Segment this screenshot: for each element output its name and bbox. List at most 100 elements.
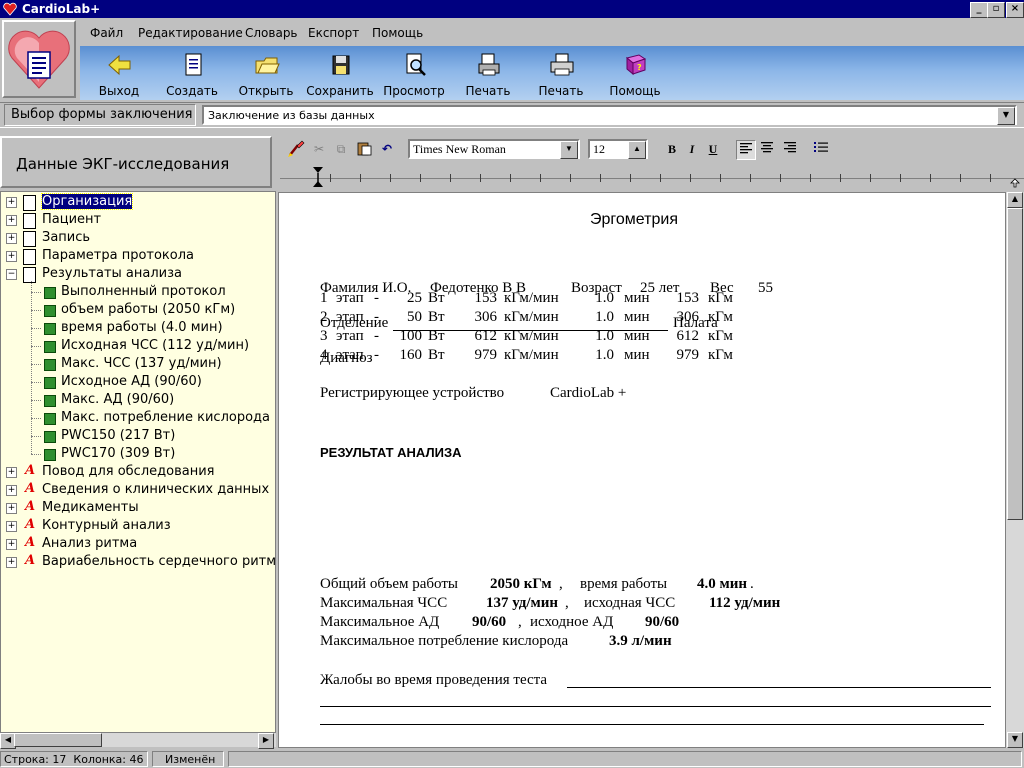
tree-child-item[interactable]: Макс. потребление кислорода (3: [1, 409, 275, 427]
expander-icon[interactable]: +: [6, 503, 17, 514]
col-value: 46: [129, 753, 144, 766]
maximize-button[interactable]: ▫: [987, 2, 1005, 18]
stage-kgm_unit: кГм/мин: [504, 309, 559, 325]
font-name-combo[interactable]: Times New Roman ▼: [408, 139, 580, 159]
expander-icon[interactable]: +: [6, 233, 17, 244]
open-button[interactable]: Открыть: [231, 48, 301, 98]
result-item-icon: [44, 449, 56, 461]
tree-item[interactable]: − Результаты анализа: [1, 265, 275, 283]
font-size-spinner-icon[interactable]: ▲: [628, 141, 646, 159]
help-button[interactable]: ? Помощь: [600, 48, 670, 98]
print-button[interactable]: Печать: [526, 48, 596, 98]
close-button[interactable]: ×: [1006, 2, 1024, 18]
tree-child-item[interactable]: PWC170 (309 Вт): [1, 445, 275, 463]
tree-hscroll-thumb[interactable]: [14, 733, 102, 747]
tree-child-item[interactable]: время работы (4.0 мин): [1, 319, 275, 337]
expander-icon[interactable]: +: [6, 557, 17, 568]
font-dropdown-arrow-icon[interactable]: ▼: [560, 141, 578, 159]
scroll-up-icon[interactable]: ▲: [1007, 192, 1023, 208]
stage-n: 1: [320, 290, 328, 306]
align-right-icon[interactable]: [781, 140, 799, 158]
indent-marker-icon[interactable]: [312, 166, 324, 188]
tree-child-item[interactable]: PWC150 (217 Вт): [1, 427, 275, 445]
italic-button[interactable]: I: [683, 140, 701, 158]
align-left-icon[interactable]: [736, 140, 756, 160]
expander-icon[interactable]: +: [6, 521, 17, 532]
tree-child-item[interactable]: объем работы (2050 кГм): [1, 301, 275, 319]
form-selector-value: Заключение из базы данных: [208, 109, 375, 122]
stage-total_unit: кГм: [708, 290, 733, 306]
tree-child-item[interactable]: Макс. АД (90/60): [1, 391, 275, 409]
font-size-combo[interactable]: 12 ▲: [588, 139, 648, 159]
expander-icon[interactable]: +: [6, 215, 17, 226]
tree-child-item[interactable]: Выполненный протокол: [1, 283, 275, 301]
ruler-tick: [870, 174, 871, 182]
stage-dash: -: [374, 347, 379, 363]
base-bp-label: исходное АД: [530, 614, 614, 630]
menu-export[interactable]: Експорт: [308, 26, 359, 40]
document-vscroll-thumb[interactable]: [1007, 208, 1023, 520]
dropdown-arrow-icon[interactable]: ▼: [997, 107, 1015, 125]
form-selector-combo[interactable]: Заключение из базы данных ▼: [202, 105, 1017, 125]
document-icon: [23, 195, 36, 211]
undo-icon[interactable]: ↶: [378, 140, 396, 158]
stage-total_unit: кГм: [708, 309, 733, 325]
scroll-down-icon[interactable]: ▼: [1007, 732, 1023, 748]
col-label: Колонка:: [73, 753, 126, 766]
bullet-list-icon[interactable]: [812, 140, 830, 158]
tree-item[interactable]: + A Медикаменты: [1, 499, 275, 517]
exit-button[interactable]: Выход: [84, 48, 154, 98]
document-editor[interactable]: Эргометрия Фамилия И.О. Федотенко В В Во…: [278, 192, 1006, 748]
underline-button[interactable]: U: [704, 140, 722, 158]
cut-icon[interactable]: ✂: [310, 140, 328, 158]
tree-item[interactable]: + A Повод для обследования: [1, 463, 275, 481]
scroll-right-icon[interactable]: ▶: [258, 733, 274, 749]
print-setup-button[interactable]: Печать: [453, 48, 523, 98]
tree-item[interactable]: + Запись: [1, 229, 275, 247]
ruler-tick: [720, 174, 721, 182]
copy-icon[interactable]: ⧉: [332, 140, 350, 158]
align-center-icon[interactable]: [758, 140, 776, 158]
format-brush-icon[interactable]: [287, 140, 305, 158]
tree-item[interactable]: + A Вариабельность сердечного ритме: [1, 553, 275, 571]
ecg-data-header: Данные ЭКГ-исследования: [0, 136, 272, 188]
menu-edit[interactable]: Редактирование: [138, 26, 243, 40]
expander-icon[interactable]: +: [6, 467, 17, 478]
tree-child-item[interactable]: Исходная ЧСС (112 уд/мин): [1, 337, 275, 355]
preview-button[interactable]: Просмотр: [379, 48, 449, 98]
save-button[interactable]: Сохранить: [305, 48, 375, 98]
document-vscrollbar[interactable]: ▲ ▼: [1006, 192, 1024, 748]
minimize-button[interactable]: _: [970, 2, 988, 18]
ruler[interactable]: [280, 164, 1024, 192]
menu-dictionary[interactable]: Словарь: [245, 26, 298, 40]
expander-icon[interactable]: +: [6, 251, 17, 262]
tree-item[interactable]: + A Сведения о клинических данных: [1, 481, 275, 499]
paste-icon[interactable]: [355, 140, 373, 158]
stage-kgm: 612: [474, 328, 498, 344]
data-tree[interactable]: + Организация + Пациент + Запись + Параметра пр…: [0, 191, 276, 733]
right-margin-marker-icon[interactable]: [1010, 178, 1020, 188]
stage-min: 1.0: [595, 290, 614, 306]
work-time-label: время работы: [580, 576, 668, 592]
create-button[interactable]: Создать: [157, 48, 227, 98]
tree-item[interactable]: + Организация: [1, 193, 275, 211]
results-heading: РЕЗУЛЬТАТ АНАЛИЗА: [320, 445, 462, 460]
tree-item[interactable]: + A Контурный анализ: [1, 517, 275, 535]
tree-item[interactable]: + Пациент: [1, 211, 275, 229]
bold-button[interactable]: B: [663, 140, 681, 158]
stage-n: 3: [320, 328, 328, 344]
tree-child-item[interactable]: Исходное АД (90/60): [1, 373, 275, 391]
tree-item[interactable]: + Параметра протокола: [1, 247, 275, 265]
expander-icon[interactable]: +: [6, 485, 17, 496]
red-a-icon: A: [25, 553, 36, 568]
menu-help[interactable]: Помощь: [372, 26, 423, 40]
expander-icon[interactable]: −: [6, 269, 17, 280]
expander-icon[interactable]: +: [6, 197, 17, 208]
tree-connector: [31, 328, 41, 329]
tree-item[interactable]: + A Анализ ритма: [1, 535, 275, 553]
expander-icon[interactable]: +: [6, 539, 17, 550]
menu-file[interactable]: Файл: [90, 26, 123, 40]
title-bar: CardioLab+ _ ▫ ×: [0, 0, 1024, 18]
tree-child-item[interactable]: Макс. ЧСС (137 уд/мин): [1, 355, 275, 373]
tree-hscrollbar[interactable]: ◀ ▶: [0, 733, 276, 749]
